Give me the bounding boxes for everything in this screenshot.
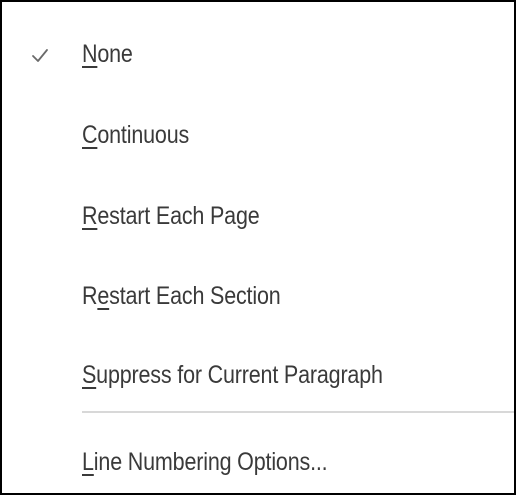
menu-item-label: Suppress for Current Paragraph bbox=[82, 361, 383, 389]
menu-item-label: Restart Each Section bbox=[82, 282, 281, 310]
line-numbers-menu: None Continuous Restart Each Page Restar… bbox=[0, 0, 516, 495]
menu-item-continuous[interactable]: Continuous bbox=[2, 105, 514, 165]
menu-separator bbox=[82, 411, 514, 413]
checkmark-icon bbox=[32, 49, 48, 62]
menu-item-label: Restart Each Page bbox=[82, 202, 260, 230]
menu-item-label: Line Numbering Options... bbox=[82, 448, 328, 476]
menu-item-restart-each-page[interactable]: Restart Each Page bbox=[2, 186, 514, 246]
menu-item-label: None bbox=[82, 40, 133, 68]
menu-item-none[interactable]: None bbox=[2, 24, 514, 84]
menu-item-restart-each-section[interactable]: Restart Each Section bbox=[2, 266, 514, 326]
menu-item-line-numbering-options[interactable]: Line Numbering Options... bbox=[2, 432, 514, 492]
menu-item-label: Continuous bbox=[82, 121, 190, 149]
menu-item-suppress-for-current-paragraph[interactable]: Suppress for Current Paragraph bbox=[2, 345, 514, 405]
